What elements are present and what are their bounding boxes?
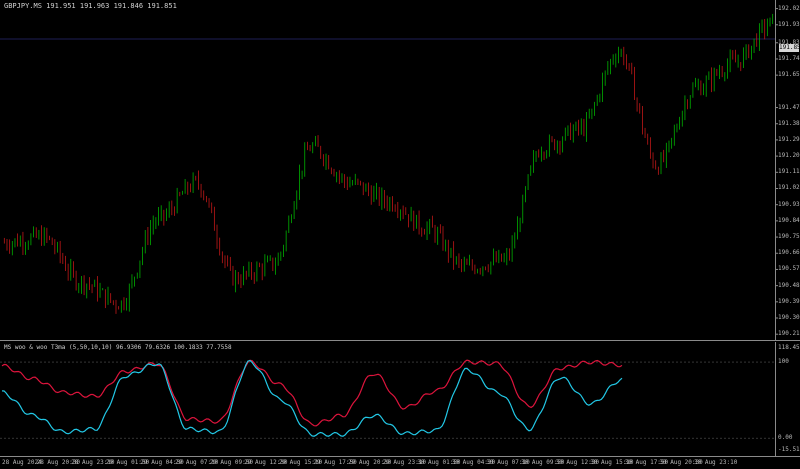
chart-symbol-title: GBPJPY.MS 191.951 191.963 191.846 191.85… — [4, 2, 177, 10]
price-axis-label: 191.110 — [778, 168, 800, 176]
price-axis-label: 190.300 — [778, 314, 800, 321]
price-axis-label: 191.740 — [778, 54, 800, 62]
indicator-axis-label: 118.4519 — [778, 344, 800, 351]
indicator-axis-label: -15.5153 — [778, 446, 800, 453]
price-axis-label: 190.480 — [778, 281, 800, 289]
indicator-pane[interactable] — [0, 342, 800, 457]
price-chart-pane[interactable]: GBPJPY.MS 191.951 191.963 191.846 191.85… — [0, 0, 800, 341]
time-axis: 28 Aug 2024 28 Aug 20:30 28 Aug 23:10 29 Au… — [0, 457, 800, 469]
current-price-tag: 191.851 — [779, 44, 800, 52]
price-axis-label: 190.660 — [778, 249, 800, 257]
price-axis-label: 192.020 — [778, 4, 800, 12]
price-axis-label: 190.210 — [778, 330, 800, 338]
price-axis-label: 191.290 — [778, 135, 800, 143]
price-axis-label: 190.930 — [778, 200, 800, 208]
indicator-axis-label: 0.00 — [778, 434, 793, 442]
time-axis-label: 30 Aug 23:10 — [694, 459, 738, 466]
price-axis-label: 191.650 — [778, 71, 800, 79]
price-axis-label: 190.840 — [778, 216, 800, 224]
price-axis-label: 191.380 — [778, 119, 800, 127]
indicator-axis-label: 100 — [778, 358, 789, 366]
price-axis-label: 190.390 — [778, 297, 800, 305]
price-axis-label: 190.750 — [778, 233, 800, 241]
price-axis-label: 191.470 — [778, 103, 800, 111]
price-chart-canvas[interactable] — [0, 0, 800, 341]
price-axis-label: 191.200 — [778, 152, 800, 160]
price-axis-label: 191.930 — [778, 20, 800, 28]
indicator-line-1 — [1, 359, 623, 427]
indicator-canvas[interactable] — [0, 342, 800, 457]
price-axis-label: 190.570 — [778, 265, 800, 273]
indicator-title: MS woo & woo T3ma (5,50,10,10) 96.9306 7… — [4, 344, 232, 351]
price-axis-label: 191.020 — [778, 184, 800, 192]
